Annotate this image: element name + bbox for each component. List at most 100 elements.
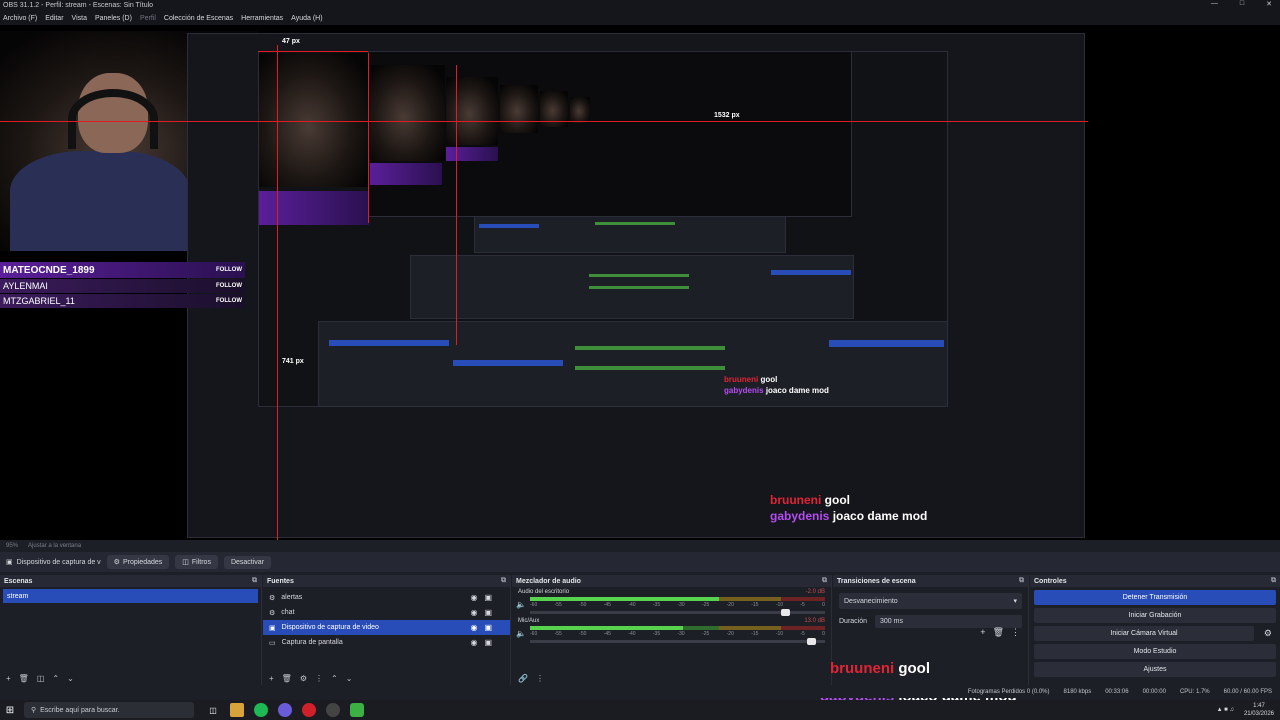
transition-select[interactable]: Desvanecimiento ▾: [839, 593, 1022, 609]
scale-tick: 0: [822, 631, 825, 637]
chevron-up-icon[interactable]: ⌃: [52, 674, 59, 683]
speaker-icon[interactable]: 🔈: [516, 600, 526, 609]
stop-streaming-button[interactable]: Detener Transmisión: [1034, 590, 1276, 605]
menu-herramientas[interactable]: Herramientas: [241, 15, 283, 22]
source-item[interactable]: ▣ Dispositivo de captura de video ◉ ▣: [263, 620, 510, 635]
chat-overlay-nested: bruuneni gool gabydenis joaco dame mod: [770, 493, 928, 523]
folder-icon[interactable]: [230, 703, 244, 717]
add-icon[interactable]: +: [269, 674, 274, 683]
scene-item[interactable]: stream: [3, 589, 258, 603]
close-icon[interactable]: ✕: [1266, 0, 1272, 8]
task-view-icon[interactable]: ◫: [206, 703, 220, 717]
menu-vista[interactable]: Vista: [72, 15, 87, 22]
eye-icon[interactable]: ◉: [470, 593, 477, 602]
slider-knob[interactable]: [780, 609, 790, 616]
channel-name: Audio del escritorio: [518, 589, 570, 595]
speaker-icon[interactable]: 🔈: [516, 629, 526, 638]
filter-icon[interactable]: ◫: [37, 674, 45, 683]
scale-tick: -20: [726, 631, 734, 637]
gear-icon[interactable]: ⚙: [300, 674, 307, 683]
start-virtual-camera-button[interactable]: Iniciar Cámara Virtual: [1034, 626, 1254, 641]
menu-archivo[interactable]: Archivo (F): [3, 15, 37, 22]
lock-icon[interactable]: ▣: [484, 638, 492, 647]
chevron-down-icon[interactable]: ⌄: [346, 674, 353, 683]
lock-icon[interactable]: ▣: [484, 608, 492, 617]
trash-icon[interactable]: 🗑: [282, 674, 292, 683]
follower-row: AYLENMAI FOLLOW: [0, 279, 245, 293]
nested-webcam-2: [370, 65, 445, 161]
source-item[interactable]: ▭ Captura de pantalla ◉ ▣: [263, 635, 510, 650]
settings-button[interactable]: Ajustes: [1034, 662, 1276, 677]
minimize-icon[interactable]: —: [1211, 0, 1218, 8]
scale-tick: -60: [530, 602, 538, 608]
follower-list: MATEOCNDE_1899 FOLLOW AYLENMAI FOLLOW MT…: [0, 262, 245, 309]
tray-icons[interactable]: ▲ ■ ♫: [1217, 706, 1234, 714]
spotify-icon[interactable]: [254, 703, 268, 717]
eye-icon[interactable]: ◉: [470, 638, 477, 647]
undock-icon[interactable]: ⧉: [252, 577, 257, 585]
scale-tick: -10: [775, 602, 784, 608]
app-icon[interactable]: [350, 703, 364, 717]
chevron-down-icon[interactable]: ⌄: [67, 674, 74, 683]
menu-perfil[interactable]: Perfil: [140, 15, 156, 22]
clock-date[interactable]: 21/03/2026: [1244, 710, 1274, 718]
filters-button[interactable]: ◫ Filtros: [175, 555, 218, 569]
follower-row: MTZGABRIEL_11 FOLLOW: [0, 294, 245, 308]
start-recording-button[interactable]: Iniciar Grabación: [1034, 608, 1276, 623]
deactivate-button[interactable]: Desactivar: [223, 555, 272, 569]
zoom-level[interactable]: 95%: [6, 543, 18, 549]
clock-time[interactable]: 1:47: [1244, 702, 1274, 710]
follow-badge: FOLLOW: [216, 283, 242, 289]
scenes-title: Escenas: [4, 577, 33, 585]
chat-message: gool: [898, 660, 930, 677]
undock-icon[interactable]: ⧉: [1271, 577, 1276, 585]
opera-icon[interactable]: [302, 703, 316, 717]
volume-slider[interactable]: [530, 638, 825, 645]
gear-icon: ⚙: [113, 559, 120, 566]
discord-icon[interactable]: [278, 703, 292, 717]
slider-knob[interactable]: [807, 638, 817, 645]
scale-tick: -15: [751, 602, 759, 608]
program-preview[interactable]: 1532 px 741 px 47 px MATEOCNDE_1899 FOLL…: [0, 25, 1280, 540]
volume-meter: [530, 597, 825, 601]
eye-icon[interactable]: ◉: [470, 608, 477, 617]
dots-icon[interactable]: ⋮: [536, 674, 544, 683]
windows-start-icon[interactable]: ⊞: [0, 700, 20, 720]
preview-zoom-bar: 95% Ajustar a la ventana: [0, 540, 1280, 551]
menu-coleccion[interactable]: Colección de Escenas: [164, 15, 233, 22]
undock-icon[interactable]: ⧉: [501, 577, 506, 585]
undock-icon[interactable]: ⧉: [822, 577, 827, 585]
gear-icon[interactable]: ⚙: [1264, 628, 1272, 639]
scale-tick: -10: [775, 631, 784, 637]
dots-icon[interactable]: ⋮: [1011, 627, 1020, 638]
fit-to-window[interactable]: Ajustar a la ventana: [28, 543, 81, 549]
menu-ayuda[interactable]: Ayuda (H): [291, 15, 322, 22]
trash-icon[interactable]: 🗑: [993, 627, 1004, 638]
source-item[interactable]: ⚙ chat ◉ ▣: [263, 605, 510, 620]
trash-icon[interactable]: 🗑: [19, 674, 29, 683]
add-icon[interactable]: +: [980, 627, 985, 638]
source-item[interactable]: ⚙ alertas ◉ ▣: [263, 590, 510, 605]
dots-icon[interactable]: ⋮: [315, 674, 323, 683]
gear-icon: ⚙: [269, 594, 276, 602]
lock-icon[interactable]: ▣: [484, 593, 492, 602]
scale-tick: -20: [726, 602, 734, 608]
studio-mode-button[interactable]: Modo Estudio: [1034, 644, 1276, 659]
volume-slider[interactable]: [530, 609, 825, 616]
width-px-label: 1532 px: [714, 112, 740, 119]
obs-icon[interactable]: [326, 703, 340, 717]
menu-paneles[interactable]: Paneles (D): [95, 15, 132, 22]
maximize-icon[interactable]: □: [1240, 0, 1244, 8]
add-icon[interactable]: +: [6, 674, 11, 683]
properties-button[interactable]: ⚙ Propiedades: [106, 555, 170, 569]
menu-editar[interactable]: Editar: [45, 15, 63, 22]
search-placeholder: Escribe aquí para buscar.: [40, 706, 120, 714]
undock-icon[interactable]: ⧉: [1019, 577, 1024, 585]
link-icon[interactable]: 🔗: [518, 674, 528, 683]
lock-icon[interactable]: ▣: [484, 623, 492, 632]
scale-tick: -5: [800, 631, 805, 637]
taskbar-search[interactable]: ⚲ Escribe aquí para buscar.: [24, 702, 194, 718]
chevron-up-icon[interactable]: ⌃: [331, 674, 338, 683]
eye-icon[interactable]: ◉: [470, 623, 477, 632]
nested-webcam-6: [570, 97, 590, 123]
